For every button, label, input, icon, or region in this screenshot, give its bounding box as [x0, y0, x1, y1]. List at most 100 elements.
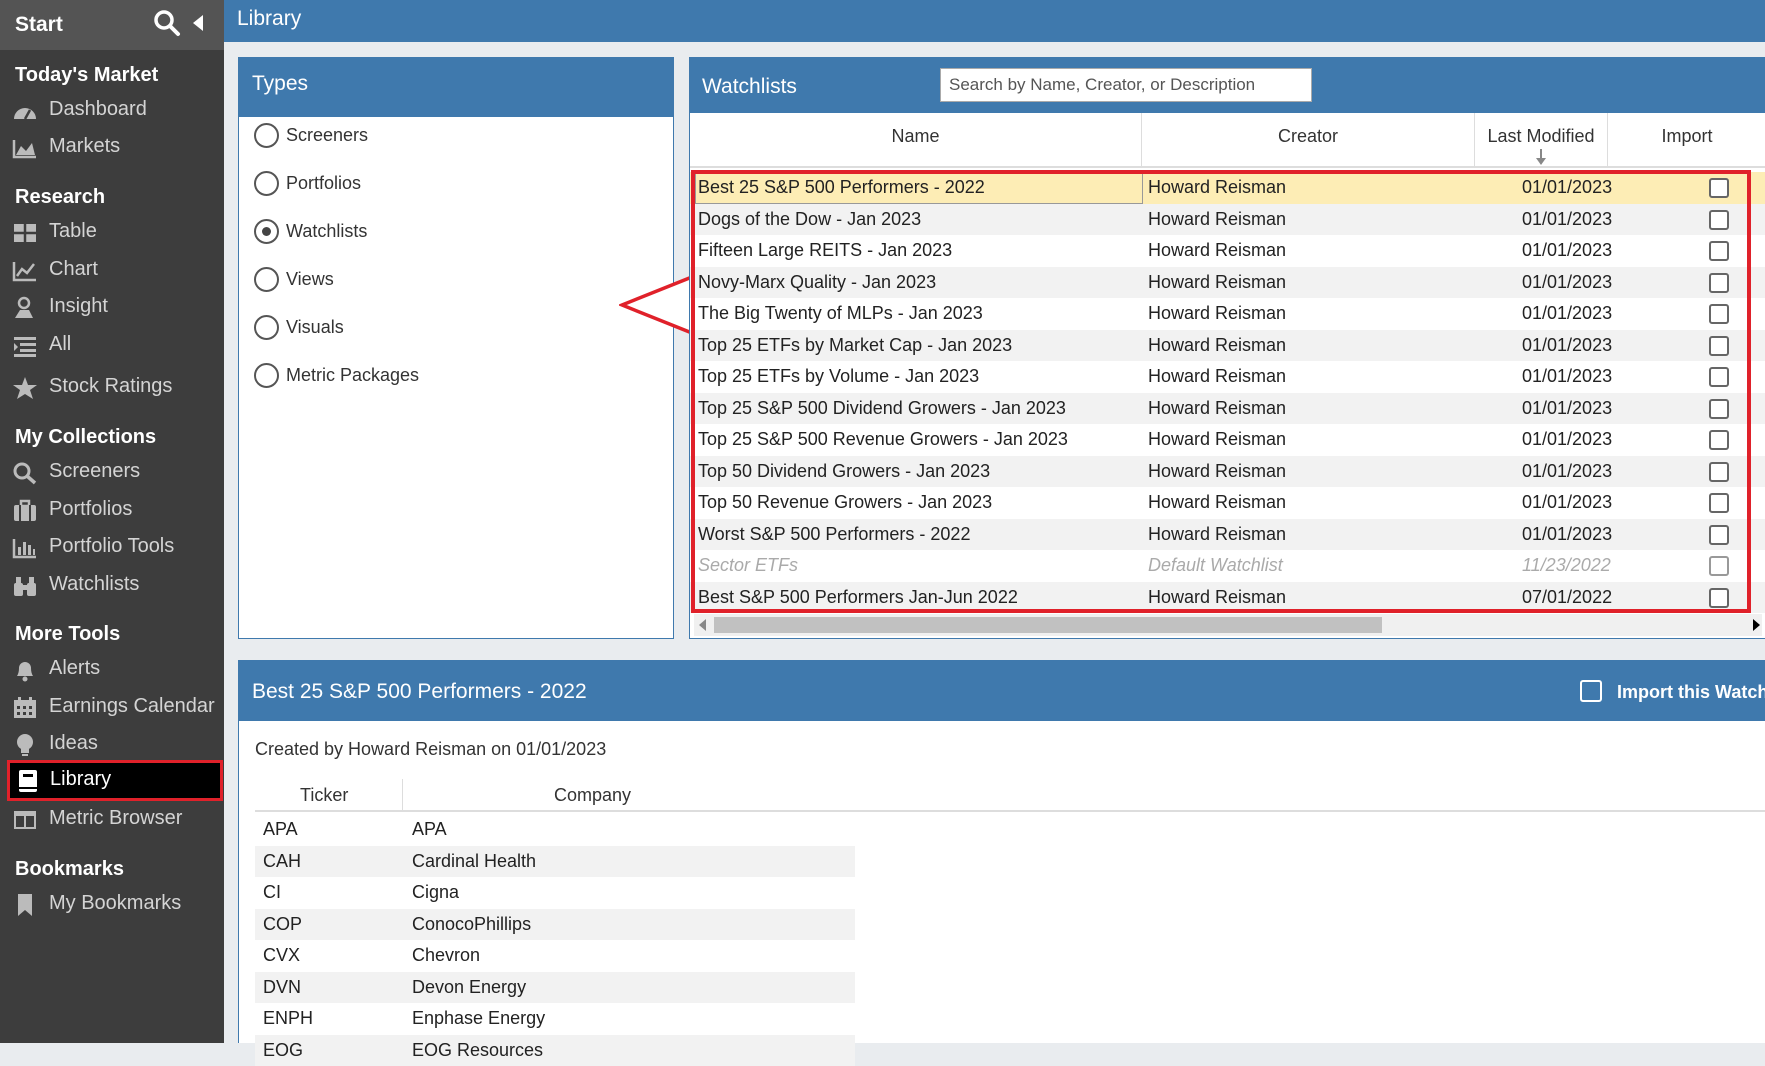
horizontal-scrollbar[interactable] — [694, 614, 1762, 636]
ticker-table-header: Ticker Company — [255, 777, 1765, 812]
search-icon[interactable] — [152, 8, 182, 38]
import-watchlist-label[interactable]: Import this Watchli — [1617, 682, 1765, 703]
company-cell: Chevron — [412, 945, 480, 966]
company-cell: Devon Energy — [412, 977, 526, 998]
ticker-cell: APA — [263, 819, 298, 840]
sidebar-top-bar: Start — [0, 0, 224, 50]
bell-icon — [12, 658, 38, 682]
binoculars-icon — [12, 574, 38, 598]
page-title: Library — [237, 7, 301, 31]
top-bar: Library — [224, 0, 1765, 42]
sidebar-item-portfolio-tools[interactable]: Portfolio Tools — [0, 528, 224, 566]
type-option-screeners[interactable]: Screeners — [254, 121, 654, 151]
sidebar-item-insight[interactable]: Insight — [0, 288, 224, 326]
sidebar-item-watchlists[interactable]: Watchlists — [0, 566, 224, 604]
table-row[interactable]: COPConocoPhillips — [255, 909, 855, 941]
import-watchlist-checkbox[interactable] — [1580, 680, 1602, 702]
scroll-right-icon[interactable] — [1753, 619, 1760, 631]
sidebar-item-label: Alerts — [49, 657, 100, 680]
annotation-highlight-box — [691, 170, 1751, 613]
column-divider — [402, 779, 403, 810]
sidebar-item-stock-ratings[interactable]: Stock Ratings — [0, 368, 224, 406]
table-row[interactable]: EOGEOG Resources — [255, 1035, 855, 1066]
column-header-last-modified[interactable]: Last Modified — [1475, 113, 1608, 168]
sidebar-section-title: Today's Market — [15, 64, 158, 87]
type-option-metric-packages[interactable]: Metric Packages — [254, 361, 654, 391]
ticker-cell: CAH — [263, 851, 301, 872]
sidebar-item-earnings-calendar[interactable]: Earnings Calendar — [0, 688, 224, 726]
collapse-sidebar-icon[interactable] — [192, 14, 204, 32]
sidebar-item-label: Ideas — [49, 732, 98, 755]
sidebar-item-portfolios[interactable]: Portfolios — [0, 491, 224, 529]
sidebar-item-label: Chart — [49, 258, 98, 281]
sidebar-item-all[interactable]: All — [0, 326, 224, 364]
type-option-views[interactable]: Views — [254, 265, 654, 295]
sidebar-section-title: More Tools — [15, 623, 120, 646]
sidebar-item-dashboard[interactable]: Dashboard — [0, 91, 224, 129]
sidebar-item-label: Screeners — [49, 460, 140, 483]
watchlists-header: Watchlists — [690, 58, 1765, 113]
scrollbar-thumb[interactable] — [714, 617, 1382, 633]
type-option-watchlists[interactable]: Watchlists — [254, 217, 654, 247]
sidebar-item-table[interactable]: Table — [0, 213, 224, 251]
column-header-import[interactable]: Import — [1608, 113, 1765, 168]
bar-chart-icon — [12, 536, 38, 560]
ticker-cell: CI — [263, 882, 281, 903]
sidebar-item-my-bookmarks[interactable]: My Bookmarks — [0, 885, 224, 923]
radio-button[interactable] — [254, 171, 279, 196]
sidebar-section-title: Research — [15, 186, 105, 209]
watchlist-search-input[interactable] — [940, 68, 1312, 102]
sidebar-item-label: Markets — [49, 135, 120, 158]
sidebar: Start Today's Market Dashboard Markets Rese… — [0, 0, 224, 1043]
sidebar-item-alerts[interactable]: Alerts — [0, 650, 224, 688]
column-header-company[interactable]: Company — [554, 785, 631, 806]
calendar-icon — [12, 696, 38, 720]
watchlists-title: Watchlists — [702, 75, 797, 99]
ticker-cell: COP — [263, 914, 302, 935]
radio-button[interactable] — [254, 315, 279, 340]
scroll-left-icon[interactable] — [699, 619, 706, 631]
detail-header: Best 25 S&P 500 Performers - 2022 Import… — [239, 661, 1765, 721]
sidebar-item-label: Earnings Calendar — [49, 695, 215, 718]
lightbulb-icon — [12, 733, 38, 757]
table-row[interactable]: CVXChevron — [255, 940, 855, 972]
column-header-ticker[interactable]: Ticker — [300, 785, 348, 806]
radio-button[interactable] — [254, 363, 279, 388]
company-cell: APA — [412, 819, 447, 840]
sidebar-item-chart[interactable]: Chart — [0, 251, 224, 289]
briefcase-icon — [12, 499, 38, 523]
table-row[interactable]: DVN Devon Energy — [255, 972, 855, 1004]
column-header-creator[interactable]: Creator — [1142, 113, 1475, 168]
detail-title: Best 25 S&P 500 Performers - 2022 — [252, 680, 587, 704]
ticker-cell: DVN — [263, 977, 301, 998]
sidebar-item-metric-browser[interactable]: Metric Browser — [0, 800, 224, 838]
sidebar-item-screeners[interactable]: Screeners — [0, 453, 224, 491]
column-header-last-modified-label: Last Modified — [1487, 126, 1594, 146]
type-option-label: Screeners — [286, 125, 368, 146]
radio-button[interactable] — [254, 123, 279, 148]
table-row[interactable]: ENPHEnphase Energy — [255, 1003, 855, 1035]
types-title: Types — [252, 72, 308, 96]
type-option-portfolios[interactable]: Portfolios — [254, 169, 654, 199]
sidebar-item-ideas[interactable]: Ideas — [0, 725, 224, 763]
column-header-name[interactable]: Name — [690, 113, 1142, 168]
insight-icon — [12, 296, 38, 320]
table-row[interactable]: CICigna — [255, 877, 855, 909]
watchlists-panel: Watchlists Name Creator Last Modified Im… — [689, 57, 1765, 639]
search-icon — [12, 461, 38, 485]
radio-button[interactable] — [254, 267, 279, 292]
sidebar-item-label: Portfolio Tools — [49, 535, 174, 558]
sidebar-item-markets[interactable]: Markets — [0, 128, 224, 166]
line-chart-icon — [12, 259, 38, 283]
sidebar-item-library[interactable]: Library — [7, 760, 223, 801]
start-link[interactable]: Start — [15, 13, 63, 37]
book-icon — [15, 769, 41, 793]
type-option-visuals[interactable]: Visuals — [254, 313, 654, 343]
table-row[interactable]: APA APA — [255, 814, 855, 846]
radio-button[interactable] — [254, 219, 279, 244]
table-icon — [12, 221, 38, 245]
table-row[interactable]: CAHCardinal Health — [255, 846, 855, 878]
type-option-label: Portfolios — [286, 173, 361, 194]
type-option-label: Metric Packages — [286, 365, 419, 386]
watchlists-column-header: Name Creator Last Modified Import — [690, 113, 1765, 168]
